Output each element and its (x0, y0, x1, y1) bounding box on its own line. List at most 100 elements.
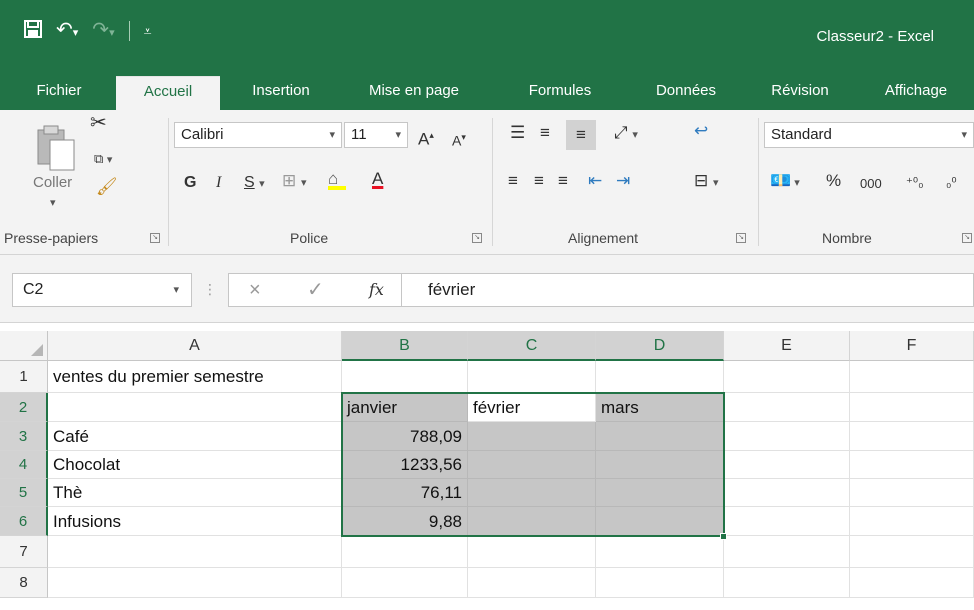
cell-d3[interactable] (596, 422, 724, 451)
column-header-c[interactable]: C (468, 331, 596, 361)
tab-revision[interactable]: Révision (752, 72, 848, 110)
cell-e4[interactable] (724, 451, 850, 479)
underline-button[interactable]: S ▾ (244, 172, 265, 195)
cell-f1[interactable] (850, 361, 974, 393)
cell-d5[interactable] (596, 479, 724, 507)
cell-d4[interactable] (596, 451, 724, 479)
cell-f7[interactable] (850, 536, 974, 568)
cell-b8[interactable] (342, 568, 468, 598)
cell-d8[interactable] (596, 568, 724, 598)
cell-c1[interactable] (468, 361, 596, 393)
cut-icon[interactable]: ✂ (90, 112, 107, 134)
grow-font-icon[interactable]: A▴ (418, 124, 434, 151)
cell-f8[interactable] (850, 568, 974, 598)
cell-c6[interactable] (468, 507, 596, 536)
cell-e7[interactable] (724, 536, 850, 568)
decrease-indent-icon[interactable]: ⇤ (588, 170, 602, 192)
column-header-b[interactable]: B (342, 331, 468, 361)
column-header-e[interactable]: E (724, 331, 850, 361)
row-header-3[interactable]: 3 (0, 422, 48, 451)
bold-button[interactable]: G (184, 172, 196, 194)
cell-b6[interactable]: 9,88 (342, 507, 468, 536)
increase-indent-icon[interactable]: ⇥ (616, 170, 630, 192)
tab-formules[interactable]: Formules (510, 72, 610, 110)
select-all-button[interactable] (0, 331, 48, 361)
font-color-icon[interactable]: A (372, 168, 383, 190)
cell-e1[interactable] (724, 361, 850, 393)
cell-e5[interactable] (724, 479, 850, 507)
align-center-icon[interactable]: ≡ (534, 170, 544, 192)
currency-icon[interactable]: 💶 ▾ (770, 170, 800, 194)
cell-f5[interactable] (850, 479, 974, 507)
row-header-2[interactable]: 2 (0, 393, 48, 422)
borders-icon[interactable]: ⊞ ▾ (282, 170, 307, 194)
row-header-7[interactable]: 7 (0, 536, 48, 568)
undo-icon[interactable]: ↶▾ (56, 20, 78, 43)
row-header-5[interactable]: 5 (0, 479, 48, 507)
number-launcher-icon[interactable]: ↘ (962, 233, 972, 243)
tab-fichier[interactable]: Fichier (24, 72, 94, 110)
customize-qat-icon[interactable]: ⩡ (144, 21, 152, 41)
clipboard-launcher-icon[interactable]: ↘ (150, 233, 160, 243)
cell-c8[interactable] (468, 568, 596, 598)
tab-donnees[interactable]: Données (636, 72, 736, 110)
cell-e2[interactable] (724, 393, 850, 422)
thousands-button[interactable]: 000 (860, 173, 882, 195)
row-header-4[interactable]: 4 (0, 451, 48, 479)
align-top-icon[interactable]: ☰ (510, 122, 525, 144)
cell-a2[interactable] (48, 393, 342, 422)
cancel-icon[interactable]: × (249, 274, 261, 306)
cell-a5[interactable]: Thè (48, 479, 342, 507)
cell-a1[interactable]: ventes du premier semestre (48, 361, 342, 393)
decrease-decimal-icon[interactable]: ₀⁰ (946, 172, 957, 194)
shrink-font-icon[interactable]: A▾ (452, 126, 466, 152)
orientation-icon[interactable]: ⤢ ▾ (614, 122, 638, 146)
cell-e6[interactable] (724, 507, 850, 536)
cell-b4[interactable]: 1233,56 (342, 451, 468, 479)
resize-handle-icon[interactable]: ⋮ (203, 281, 217, 298)
align-middle-icon[interactable]: ≡ (540, 122, 550, 144)
cell-d6[interactable] (596, 507, 724, 536)
font-name-box[interactable]: Calibri ▾ (174, 122, 342, 148)
fill-color-icon[interactable]: ⌂ (328, 168, 346, 190)
cell-d1[interactable] (596, 361, 724, 393)
alignment-launcher-icon[interactable]: ↘ (736, 233, 746, 243)
align-right-icon[interactable]: ≡ (558, 170, 568, 192)
column-header-f[interactable]: F (850, 331, 974, 361)
cell-f2[interactable] (850, 393, 974, 422)
enter-icon[interactable]: ✓ (307, 274, 324, 306)
align-left-icon[interactable]: ≡ (508, 170, 518, 192)
redo-icon[interactable]: ↷▾ (92, 20, 114, 43)
copy-icon[interactable]: ⧉ ▾ (94, 148, 112, 171)
cell-a4[interactable]: Chocolat (48, 451, 342, 479)
format-painter-icon[interactable]: 🖌 (96, 176, 118, 198)
tab-insertion[interactable]: Insertion (232, 72, 330, 110)
row-header-8[interactable]: 8 (0, 568, 48, 598)
cell-c4[interactable] (468, 451, 596, 479)
cell-e3[interactable] (724, 422, 850, 451)
formula-input[interactable]: février (402, 273, 974, 307)
cell-a6[interactable]: Infusions (48, 507, 342, 536)
cell-a3[interactable]: Café (48, 422, 342, 451)
wrap-text-icon[interactable]: ↩ (694, 120, 708, 142)
column-header-a[interactable]: A (48, 331, 342, 361)
align-bottom-icon[interactable]: ≡ (566, 120, 596, 150)
fill-handle[interactable] (720, 533, 727, 540)
merge-center-icon[interactable]: ⊟ ▾ (694, 170, 719, 194)
tab-affichage[interactable]: Affichage (864, 72, 968, 110)
cell-c5[interactable] (468, 479, 596, 507)
cell-e8[interactable] (724, 568, 850, 598)
insert-function-icon[interactable]: fx (369, 274, 384, 306)
column-header-d[interactable]: D (596, 331, 724, 361)
name-box[interactable]: C2 ▾ (12, 273, 192, 307)
font-size-box[interactable]: 11 ▾ (344, 122, 408, 148)
font-launcher-icon[interactable]: ↘ (472, 233, 482, 243)
paste-button[interactable]: Coller ▾ (28, 116, 78, 211)
cell-d7[interactable] (596, 536, 724, 568)
cell-f6[interactable] (850, 507, 974, 536)
cell-a8[interactable] (48, 568, 342, 598)
cell-b2[interactable]: janvier (342, 393, 468, 422)
save-icon[interactable] (24, 20, 42, 42)
percent-button[interactable]: % (826, 170, 841, 192)
increase-decimal-icon[interactable]: ⁺⁰₀ (906, 172, 923, 194)
